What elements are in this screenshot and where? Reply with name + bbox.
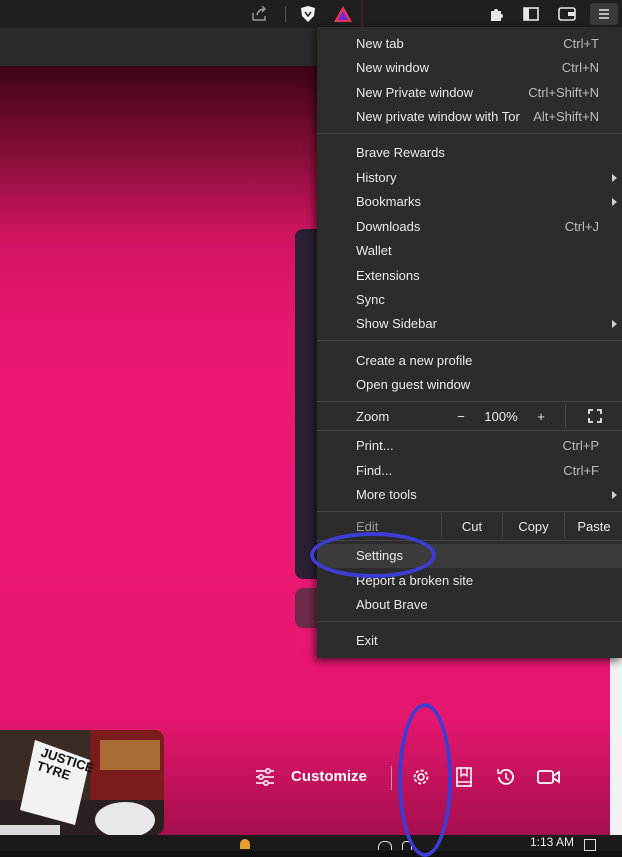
bookmark-icon[interactable] bbox=[451, 764, 477, 790]
toolbar-divider bbox=[361, 0, 363, 28]
menu-item-guest-window[interactable]: Open guest window bbox=[317, 373, 622, 397]
history-icon[interactable] bbox=[493, 764, 519, 790]
menu-separator bbox=[317, 133, 622, 134]
menu-item-brave-rewards[interactable]: Brave Rewards bbox=[317, 141, 622, 165]
menu-item-print[interactable]: Print... Ctrl+P bbox=[317, 434, 622, 458]
copy-button[interactable]: Copy bbox=[502, 513, 564, 539]
background-photo: JUSTICE TYRE bbox=[0, 730, 164, 835]
hamburger-menu-icon[interactable] bbox=[590, 3, 618, 25]
zoom-in-button[interactable]: + bbox=[521, 403, 561, 429]
customize-button[interactable]: Customize bbox=[291, 768, 367, 785]
puzzle-icon[interactable] bbox=[486, 3, 508, 25]
menu-item-more-tools[interactable]: More tools bbox=[317, 483, 622, 507]
zoom-label: Zoom bbox=[356, 409, 390, 424]
sliders-icon[interactable] bbox=[252, 764, 278, 790]
cut-button[interactable]: Cut bbox=[441, 513, 502, 539]
menu-item-find[interactable]: Find... Ctrl+F bbox=[317, 459, 622, 483]
bottom-bar-divider bbox=[391, 766, 392, 790]
taskbar-app-icon[interactable] bbox=[240, 839, 250, 849]
menu-item-new-tor-window[interactable]: New private window with Tor Alt+Shift+N bbox=[317, 105, 622, 129]
submenu-arrow-icon bbox=[612, 198, 617, 206]
zoom-level: 100% bbox=[484, 408, 518, 424]
brave-shields-icon[interactable] bbox=[297, 3, 319, 25]
annotation-ring-settings bbox=[310, 532, 436, 578]
menu-item-new-private-window[interactable]: New Private window Ctrl+Shift+N bbox=[317, 81, 622, 105]
brave-rewards-icon[interactable] bbox=[332, 3, 354, 25]
zoom-out-button[interactable]: − bbox=[441, 403, 481, 429]
share-icon[interactable] bbox=[248, 3, 270, 25]
menu-separator bbox=[317, 511, 622, 512]
menu-zoom-row: Zoom − 100% + bbox=[317, 403, 622, 429]
menu-separator bbox=[317, 621, 622, 622]
browser-toolbar bbox=[0, 0, 622, 28]
toolbar-separator bbox=[285, 6, 286, 22]
menu-item-extensions[interactable]: Extensions bbox=[317, 264, 622, 288]
submenu-arrow-icon bbox=[612, 491, 617, 499]
address-bar-area bbox=[0, 28, 318, 67]
wallet-icon[interactable] bbox=[556, 3, 578, 25]
paste-button[interactable]: Paste bbox=[564, 513, 622, 539]
menu-item-about-brave[interactable]: About Brave bbox=[317, 593, 622, 617]
menu-item-sync[interactable]: Sync bbox=[317, 288, 622, 312]
menu-item-bookmarks[interactable]: Bookmarks bbox=[317, 190, 622, 214]
menu-separator bbox=[317, 401, 622, 402]
submenu-arrow-icon bbox=[612, 174, 617, 182]
menu-item-new-window[interactable]: New window Ctrl+N bbox=[317, 56, 622, 80]
menu-item-downloads[interactable]: Downloads Ctrl+J bbox=[317, 215, 622, 239]
menu-item-create-profile[interactable]: Create a new profile bbox=[317, 349, 622, 373]
menu-item-wallet[interactable]: Wallet bbox=[317, 239, 622, 263]
notification-icon[interactable] bbox=[584, 839, 596, 851]
menu-item-new-tab[interactable]: New tab Ctrl+T bbox=[317, 32, 622, 56]
menu-item-show-sidebar[interactable]: Show Sidebar bbox=[317, 312, 622, 336]
menu-item-history[interactable]: History bbox=[317, 166, 622, 190]
sidebar-icon[interactable] bbox=[520, 3, 542, 25]
fullscreen-button[interactable] bbox=[565, 403, 622, 429]
annotation-ring-gear bbox=[398, 703, 452, 857]
menu-separator bbox=[317, 340, 622, 341]
video-icon[interactable] bbox=[536, 764, 562, 790]
submenu-arrow-icon bbox=[612, 320, 617, 328]
taskbar-clock[interactable]: 1:13 AM bbox=[530, 835, 574, 849]
menu-item-exit[interactable]: Exit bbox=[317, 629, 622, 653]
menu-separator bbox=[317, 430, 622, 431]
os-taskbar: 1:13 AM bbox=[0, 835, 622, 851]
fullscreen-icon bbox=[587, 409, 602, 423]
network-icon[interactable] bbox=[378, 841, 392, 850]
